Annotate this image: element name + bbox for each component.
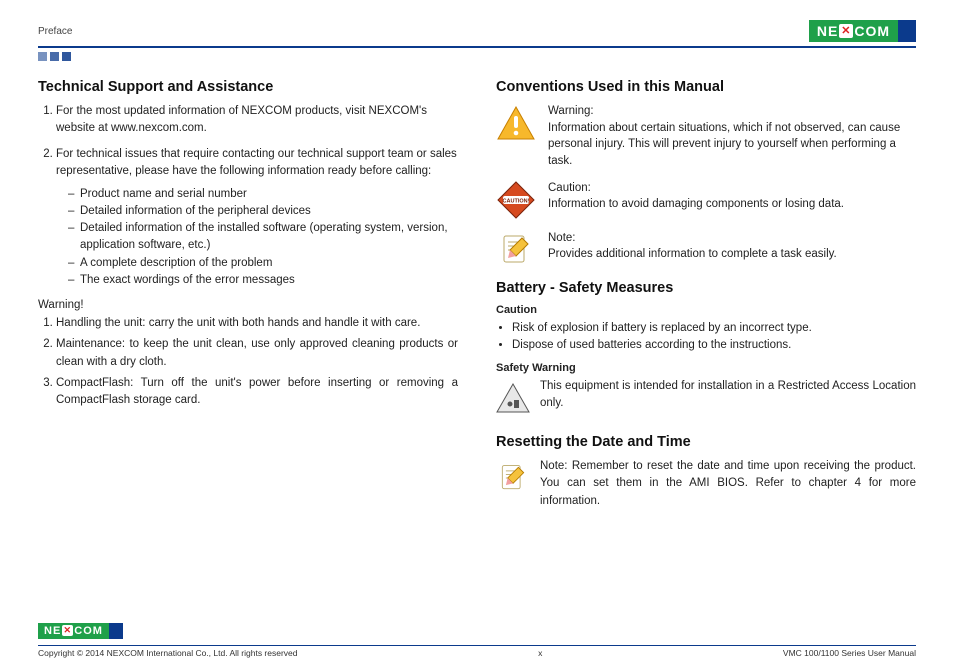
checklist-item: The exact wordings of the error messages xyxy=(68,272,458,289)
header-squares xyxy=(38,52,916,61)
support-item-text: For technical issues that require contac… xyxy=(56,148,457,177)
manual-name: VMC 100/1100 Series User Manual xyxy=(783,648,916,658)
caution-item: Dispose of used batteries according to t… xyxy=(512,337,916,354)
heading-conventions: Conventions Used in this Manual xyxy=(496,79,916,95)
warning-item: Handling the unit: carry the unit with b… xyxy=(56,315,458,332)
restricted-access-icon xyxy=(496,378,530,418)
subhead-caution: Caution xyxy=(496,304,916,316)
checklist-item: Detailed information of the installed so… xyxy=(68,220,458,255)
heading-reset: Resetting the Date and Time xyxy=(496,434,916,450)
support-list: For the most updated information of NEXC… xyxy=(38,103,458,289)
warning-icon xyxy=(496,103,536,143)
footer-rule xyxy=(38,645,916,647)
warning-list: Handling the unit: carry the unit with b… xyxy=(38,315,458,409)
safety-row: This equipment is intended for installat… xyxy=(496,378,916,418)
convention-caution: CAUTION! Caution: Information to avoid d… xyxy=(496,180,916,220)
caution-icon: CAUTION! xyxy=(496,180,536,220)
svg-text:CAUTION!: CAUTION! xyxy=(503,198,530,204)
heading-battery: Battery - Safety Measures xyxy=(496,280,916,296)
page-footer: NE✕COM Copyright © 2014 NEXCOM Internati… xyxy=(38,623,916,659)
checklist-item: Detailed information of the peripheral d… xyxy=(68,203,458,220)
caution-list: Risk of explosion if battery is replaced… xyxy=(496,320,916,355)
reset-row: Note: Remember to reset the date and tim… xyxy=(496,458,916,510)
heading-technical-support: Technical Support and Assistance xyxy=(38,79,458,95)
subhead-safety: Safety Warning xyxy=(496,362,916,374)
convention-title: Caution: xyxy=(548,180,844,197)
warning-item: Maintenance: to keep the unit clean, use… xyxy=(56,336,458,371)
note-icon xyxy=(496,230,536,270)
convention-note: Note: Provides additional information to… xyxy=(496,230,916,270)
convention-body: Information to avoid damaging components… xyxy=(548,198,844,210)
brand-logo: NE✕COM xyxy=(809,20,916,42)
support-checklist: Product name and serial number Detailed … xyxy=(56,186,458,290)
convention-title: Note: xyxy=(548,230,837,247)
convention-title: Warning: xyxy=(548,103,916,120)
safety-body: This equipment is intended for installat… xyxy=(540,378,916,413)
support-item: For technical issues that require contac… xyxy=(56,146,458,289)
left-column: Technical Support and Assistance For the… xyxy=(38,79,458,510)
copyright: Copyright © 2014 NEXCOM International Co… xyxy=(38,648,298,658)
right-column: Conventions Used in this Manual Warning:… xyxy=(496,79,916,510)
convention-body: Provides additional information to compl… xyxy=(548,248,837,260)
checklist-item: Product name and serial number xyxy=(68,186,458,203)
convention-warning: Warning: Information about certain situa… xyxy=(496,103,916,170)
reset-body: Note: Remember to reset the date and tim… xyxy=(540,458,916,510)
footer-logo: NE✕COM xyxy=(38,623,123,639)
checklist-item: A complete description of the problem xyxy=(68,255,458,272)
caution-item: Risk of explosion if battery is replaced… xyxy=(512,320,916,337)
warning-label: Warning! xyxy=(38,299,458,311)
convention-body: Information about certain situations, wh… xyxy=(548,122,900,167)
page-number: x xyxy=(538,648,542,658)
header-section: Preface xyxy=(38,26,72,37)
support-item: For the most updated information of NEXC… xyxy=(56,103,458,136)
header-rule xyxy=(38,46,916,48)
note-icon xyxy=(496,458,530,498)
warning-item: CompactFlash: Turn off the unit's power … xyxy=(56,375,458,410)
